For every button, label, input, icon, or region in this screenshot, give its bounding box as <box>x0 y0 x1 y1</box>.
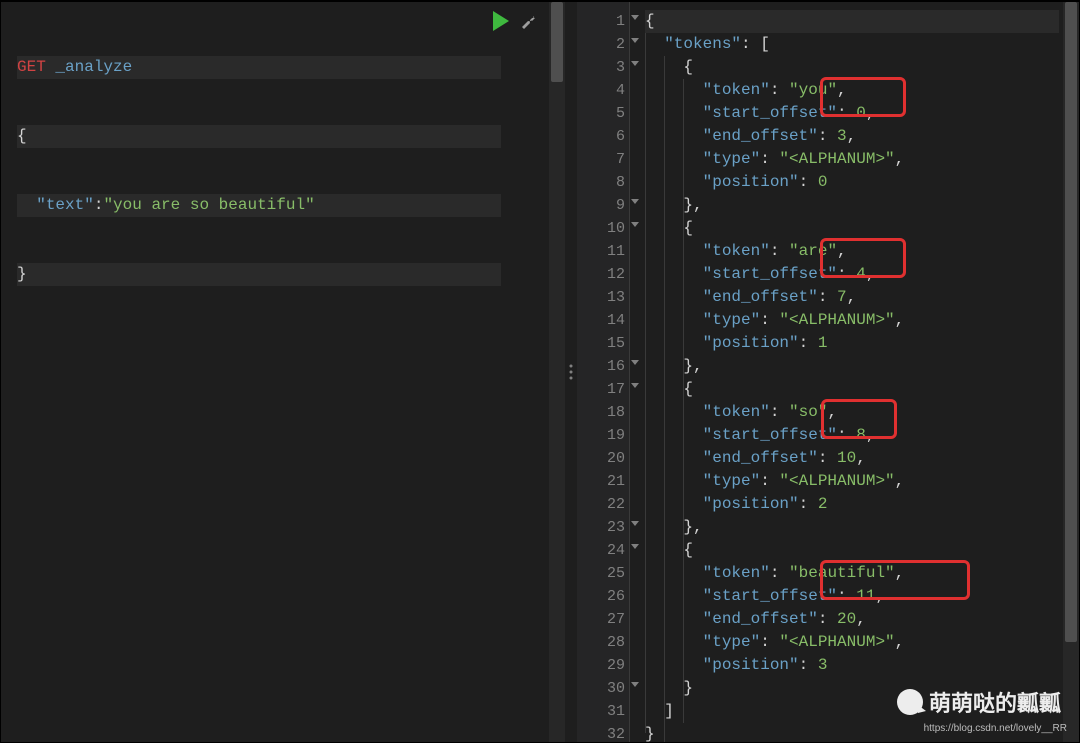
gutter-line: 9 <box>577 194 629 217</box>
watermark-url: https://blog.csdn.net/lovely__RR <box>924 723 1067 734</box>
line-gutter: 1234567891011121314151617181920212223242… <box>577 2 629 742</box>
code-line: "text":"you are so beautiful" <box>17 194 501 217</box>
gutter-line: 16 <box>577 355 629 378</box>
code-line: "position": 1 <box>645 332 1059 355</box>
code-line: } <box>17 263 501 286</box>
code-line: "position": 2 <box>645 493 1059 516</box>
http-method: GET <box>17 58 46 76</box>
gutter-line: 2 <box>577 33 629 56</box>
gutter-line: 10 <box>577 217 629 240</box>
request-pane: GET _analyze { "text":"you are so beauti… <box>1 2 565 742</box>
code-line: "end_offset": 10, <box>645 447 1059 470</box>
code-line: GET _analyze <box>17 56 501 79</box>
response-code[interactable]: { "tokens": [ { "token": "you", "start_o… <box>577 2 1079 742</box>
code-line: "token": "beautiful", <box>645 562 1059 585</box>
wrench-icon[interactable] <box>519 12 537 30</box>
gutter-line: 21 <box>577 470 629 493</box>
app-root: GET _analyze { "text":"you are so beauti… <box>0 0 1080 743</box>
code-line: "start_offset": 4, <box>645 263 1059 286</box>
code-line: "type": "<ALPHANUM>", <box>645 470 1059 493</box>
code-line: { <box>645 10 1059 33</box>
code-line: { <box>645 217 1059 240</box>
code-line: "end_offset": 20, <box>645 608 1059 631</box>
gutter-line: 17 <box>577 378 629 401</box>
gutter-line: 31 <box>577 700 629 723</box>
chat-bubble-icon <box>897 689 923 715</box>
request-code[interactable]: GET _analyze { "text":"you are so beauti… <box>1 2 565 332</box>
gutter-line: 20 <box>577 447 629 470</box>
pane-divider[interactable] <box>565 2 577 742</box>
gutter-line: 19 <box>577 424 629 447</box>
code-line: { <box>645 56 1059 79</box>
code-line: "start_offset": 11, <box>645 585 1059 608</box>
code-line: }, <box>645 355 1059 378</box>
code-line: "position": 3 <box>645 654 1059 677</box>
code-line: { <box>645 539 1059 562</box>
code-line: "type": "<ALPHANUM>", <box>645 631 1059 654</box>
gutter-line: 3 <box>577 56 629 79</box>
code-line: }, <box>645 516 1059 539</box>
http-path: _analyze <box>55 58 132 76</box>
code-line: "type": "<ALPHANUM>", <box>645 148 1059 171</box>
scrollbar-thumb[interactable] <box>1065 2 1077 642</box>
gutter-line: 25 <box>577 562 629 585</box>
code-line: "tokens": [ <box>645 33 1059 56</box>
code-line: "start_offset": 0, <box>645 102 1059 125</box>
code-line: "token": "so", <box>645 401 1059 424</box>
gutter-line: 12 <box>577 263 629 286</box>
gutter-line: 29 <box>577 654 629 677</box>
watermark-logo: 萌萌哒的瓤瓤 <box>897 686 1061 718</box>
gutter-line: 18 <box>577 401 629 424</box>
code-line: "position": 0 <box>645 171 1059 194</box>
code-line: "token": "you", <box>645 79 1059 102</box>
run-icon[interactable] <box>491 10 511 32</box>
gutter-line: 15 <box>577 332 629 355</box>
gutter-line: 1 <box>577 10 629 33</box>
gutter-line: 11 <box>577 240 629 263</box>
gutter-line: 6 <box>577 125 629 148</box>
gutter-line: 32 <box>577 723 629 742</box>
code-line: { <box>17 125 501 148</box>
gutter-line: 27 <box>577 608 629 631</box>
gutter-line: 24 <box>577 539 629 562</box>
request-actions <box>491 10 537 32</box>
drag-handle-icon <box>570 365 573 380</box>
gutter-line: 30 <box>577 677 629 700</box>
gutter-line: 13 <box>577 286 629 309</box>
response-pane: 1234567891011121314151617181920212223242… <box>577 2 1079 742</box>
gutter-line: 8 <box>577 171 629 194</box>
code-line: "token": "are", <box>645 240 1059 263</box>
gutter-line: 23 <box>577 516 629 539</box>
code-line: "end_offset": 7, <box>645 286 1059 309</box>
scrollbar-thumb[interactable] <box>551 2 563 82</box>
gutter-line: 28 <box>577 631 629 654</box>
gutter-line: 22 <box>577 493 629 516</box>
gutter-line: 5 <box>577 102 629 125</box>
code-line: "type": "<ALPHANUM>", <box>645 309 1059 332</box>
code-line: "end_offset": 3, <box>645 125 1059 148</box>
gutter-line: 4 <box>577 79 629 102</box>
scrollbar[interactable] <box>549 2 565 742</box>
scrollbar[interactable] <box>1063 2 1079 742</box>
watermark-text: 萌萌哒的瓤瓤 <box>929 686 1061 718</box>
code-line: }, <box>645 194 1059 217</box>
gutter-line: 26 <box>577 585 629 608</box>
code-line: "start_offset": 8, <box>645 424 1059 447</box>
gutter-line: 14 <box>577 309 629 332</box>
code-line: { <box>645 378 1059 401</box>
gutter-line: 7 <box>577 148 629 171</box>
